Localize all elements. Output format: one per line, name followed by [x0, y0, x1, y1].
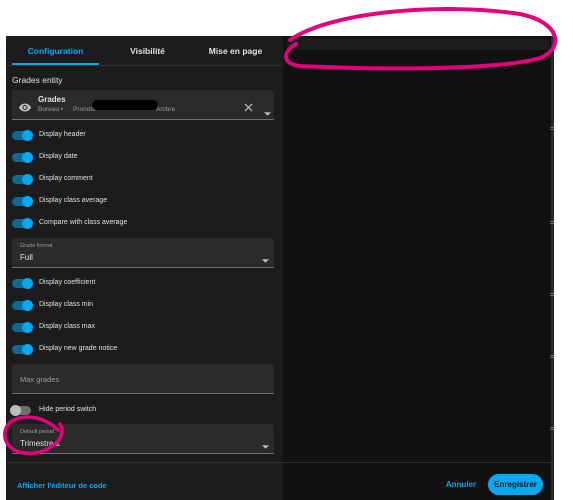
tab-layout[interactable]: Mise en page: [192, 46, 279, 56]
show-code-editor-link[interactable]: Afficher l'éditeur de code: [17, 481, 107, 490]
card-editor-dialog: Configuration Visibilité Mise en page Gr…: [6, 36, 554, 500]
chevron-down-icon[interactable]: [262, 250, 269, 268]
grades-entity-label: Grades entity: [12, 75, 63, 85]
select-label: Grade format: [20, 243, 53, 249]
redaction-mark: [92, 100, 158, 110]
toggle-display-coefficient[interactable]: Display coefficient: [12, 276, 274, 290]
toggle-display-comment[interactable]: Display comment: [12, 172, 274, 186]
input-placeholder: Max grades: [20, 375, 60, 384]
toggle-label: Compare with class average: [39, 219, 128, 226]
chevron-down-icon[interactable]: [262, 436, 269, 454]
toggle-hide-period-switch[interactable]: Hide period switch: [10, 403, 274, 417]
default-period-select[interactable]: Default period Trimestre 1: [12, 424, 274, 454]
edge-glyph: =: [550, 352, 555, 361]
switch[interactable]: [12, 344, 33, 355]
switch[interactable]: [12, 130, 33, 141]
entity-area: Bureau •: [38, 106, 64, 113]
eye-icon: [19, 99, 31, 117]
toggle-display-class-average[interactable]: Display class average: [12, 194, 274, 208]
chevron-down-icon[interactable]: [264, 103, 271, 121]
entity-owner: Ambre: [156, 106, 176, 113]
toggle-label: Display class min: [39, 301, 94, 308]
edge-glyph: =: [550, 424, 555, 433]
toggle-display-class-max[interactable]: Display class max: [12, 320, 274, 334]
tab-bar: Configuration Visibilité Mise en page: [6, 36, 283, 65]
toggle-compare-class-average[interactable]: Compare with class average: [12, 216, 274, 230]
tab-configuration[interactable]: Configuration: [12, 46, 99, 56]
max-grades-input[interactable]: Max grades: [12, 364, 274, 394]
toggle-label: Display class average: [39, 197, 108, 204]
switch[interactable]: [12, 300, 33, 311]
toggle-display-class-min[interactable]: Display class min: [12, 298, 274, 312]
toggle-label: Hide period switch: [39, 406, 97, 413]
save-button[interactable]: Enregistrer: [488, 474, 543, 495]
preview-card: [287, 38, 549, 50]
preview-pane: [283, 36, 554, 500]
switch[interactable]: [12, 196, 33, 207]
edge-glyph: =: [550, 290, 555, 299]
toggle-label: Display header: [39, 131, 86, 138]
toggle-label: Display new grade notice: [39, 345, 118, 352]
cancel-button[interactable]: Annuler: [442, 478, 480, 492]
toggle-display-date[interactable]: Display date: [12, 150, 274, 164]
switch[interactable]: [12, 278, 33, 289]
switch[interactable]: [12, 174, 33, 185]
switch[interactable]: [12, 218, 33, 229]
grade-format-select[interactable]: Grade format Full: [12, 238, 274, 268]
select-value: Full: [20, 253, 33, 262]
entity-picker[interactable]: Grades Bureau • Pronote Ambre: [12, 90, 274, 120]
switch[interactable]: [12, 322, 33, 333]
footer-divider: [6, 462, 554, 463]
edge-glyph: =: [550, 124, 555, 133]
toggle-display-header[interactable]: Display header: [12, 128, 274, 142]
clear-icon[interactable]: [244, 99, 253, 117]
toggle-label: Display class max: [39, 323, 96, 330]
toggle-label: Display date: [39, 153, 78, 160]
tabs-divider: [6, 65, 283, 66]
select-label: Default period: [20, 429, 55, 435]
switch[interactable]: [12, 152, 33, 163]
switch[interactable]: [10, 405, 31, 416]
toggle-label: Display coefficient: [39, 279, 96, 286]
select-value: Trimestre 1: [20, 439, 61, 448]
tab-visibility[interactable]: Visibilité: [104, 46, 191, 56]
edge-glyph: =: [550, 218, 555, 227]
toggle-display-new-grade-notice[interactable]: Display new grade notice: [12, 342, 274, 356]
entity-name: Grades: [38, 95, 66, 104]
toggle-label: Display comment: [39, 175, 93, 182]
